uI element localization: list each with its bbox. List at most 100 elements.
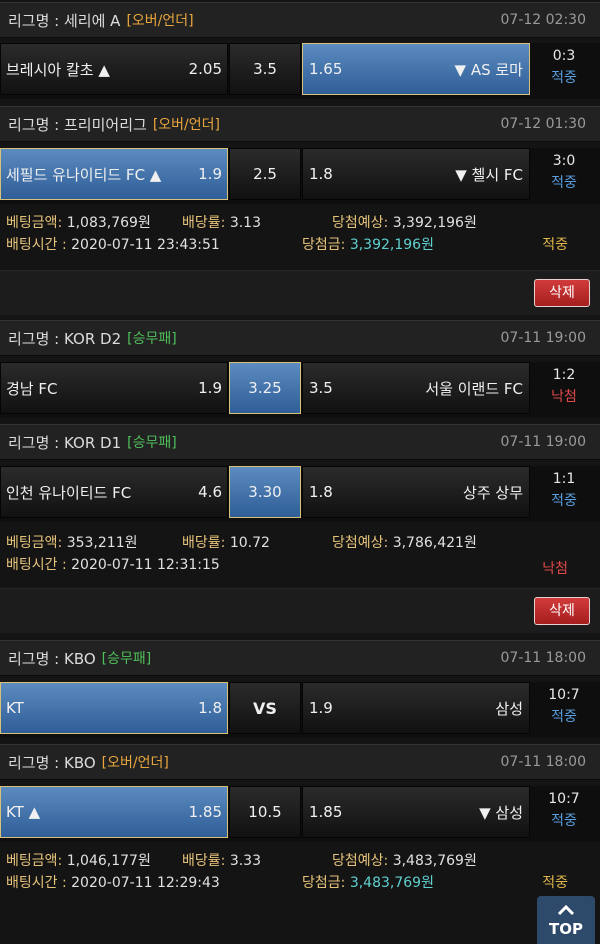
away-odds: 1.8: [309, 165, 333, 183]
slip-status: 적중: [542, 875, 568, 891]
chevron-up-icon: [537, 896, 595, 920]
bet-type-label: [승무패]: [127, 331, 177, 347]
bet-time-label: 배팅시간 :: [6, 875, 72, 891]
delete-bar: 삭제: [0, 588, 600, 633]
home-team: 브레시아 칼초 ▲: [6, 60, 110, 79]
match-result: 1:2 낙첨: [534, 364, 594, 408]
home-bet-button[interactable]: 인천 유나이티드 FC 4.6: [0, 466, 228, 518]
win-amount: 3,392,196원: [349, 237, 434, 253]
home-bet-button[interactable]: 브레시아 칼초 ▲ 2.05: [0, 43, 228, 95]
league-name: 리그명 : 세리에 A: [8, 11, 121, 30]
expected-payout: 3,392,196원: [392, 215, 477, 231]
away-team: ▼ 첼시 FC: [455, 165, 523, 184]
league-header: 리그명 : KOR D1 [승무패] 07-11 19:00: [0, 424, 600, 460]
away-bet-button[interactable]: 1.9 삼성: [302, 682, 530, 734]
score: 10:7: [548, 791, 580, 807]
match-row: 인천 유나이티드 FC 4.6 3.30 1.8 상주 상무 1:1 적중: [0, 466, 600, 522]
home-team: KT: [6, 699, 24, 717]
away-bet-button[interactable]: 1.8 ▼ 첼시 FC: [302, 148, 530, 200]
home-bet-button[interactable]: KT ▲ 1.85: [0, 786, 228, 838]
league-header: 리그명 : KBO [승무패] 07-11 18:00: [0, 640, 600, 676]
draw-bet-button[interactable]: 3.30: [229, 466, 301, 518]
score: 3:0: [552, 153, 576, 169]
bet-type-label: [승무패]: [101, 651, 152, 667]
expected-payout: 3,786,421원: [392, 535, 477, 551]
bet-time-label: 배팅시간 :: [6, 237, 72, 253]
home-odds: 1.85: [188, 803, 222, 821]
result-status: 적중: [551, 493, 577, 509]
home-odds: 1.9: [198, 379, 222, 397]
home-odds: 1.9: [198, 165, 222, 183]
result-status: 적중: [551, 70, 577, 86]
bet-type-label: [오버/언더]: [101, 755, 169, 771]
away-team: 서울 이랜드 FC: [425, 379, 523, 398]
match-result: 0:3 적중: [534, 45, 594, 89]
match-row: 브레시아 칼초 ▲ 2.05 3.5 1.65 ▼ AS 로마 0:3 적중: [0, 43, 600, 99]
bet-time: 2020-07-11 12:29:43: [71, 875, 220, 891]
away-bet-button[interactable]: 1.8 상주 상무: [302, 466, 530, 518]
result-status: 적중: [551, 813, 577, 829]
draw-bet-button[interactable]: 3.25: [229, 362, 301, 414]
home-team: 세필드 유나이티드 FC ▲: [6, 165, 162, 184]
match-row: 경남 FC 1.9 3.25 3.5 서울 이랜드 FC 1:2 낙첨: [0, 362, 600, 418]
bet-type-label: [오버/언더]: [126, 13, 194, 29]
bet-amount: 353,211원: [66, 535, 138, 551]
result-status: 적중: [551, 175, 577, 191]
handicap-button[interactable]: 3.5: [229, 43, 301, 95]
slip-status: 낙첨: [542, 561, 568, 577]
home-team: KT ▲: [6, 803, 41, 821]
match-time: 07-12 01:30: [500, 116, 586, 132]
away-team: ▼ AS 로마: [454, 60, 523, 79]
home-bet-button[interactable]: 경남 FC 1.9: [0, 362, 228, 414]
match-result: 1:1 적중: [534, 468, 594, 512]
expected-payout: 3,483,769원: [392, 853, 477, 869]
match-row: KT 1.8 VS 1.9 삼성 10:7 적중: [0, 682, 600, 738]
bet-time-label: 배팅시간 :: [6, 557, 72, 573]
home-bet-button[interactable]: KT 1.8: [0, 682, 228, 734]
bet-summary: 베팅금액: 1,083,769원 배당률: 3.13 당첨예상: 3,392,1…: [0, 210, 600, 270]
away-team: ▼ 삼성: [479, 803, 523, 822]
home-team: 인천 유나이티드 FC: [6, 483, 132, 502]
home-odds: 1.8: [198, 699, 222, 717]
bet-summary: 베팅금액: 353,211원 배당률: 10.72 당첨예상: 3,786,42…: [0, 530, 600, 590]
league-name: 리그명 : KBO: [8, 753, 96, 772]
league-name: 리그명 : KOR D2: [8, 329, 122, 348]
away-odds: 1.65: [309, 60, 343, 78]
score: 1:1: [552, 471, 576, 487]
league-header: 리그명 : KBO [오버/언더] 07-11 18:00: [0, 744, 600, 780]
away-team: 삼성: [495, 699, 523, 718]
handicap-button[interactable]: 2.5: [229, 148, 301, 200]
result-status: 적중: [551, 709, 577, 725]
league-header: 리그명 : 세리에 A [오버/언더] 07-12 02:30: [0, 2, 600, 38]
handicap-button[interactable]: 10.5: [229, 786, 301, 838]
delete-button[interactable]: 삭제: [534, 597, 590, 625]
top-label: TOP: [549, 920, 583, 938]
slip-status: 적중: [542, 237, 568, 253]
match-time: 07-11 19:00: [500, 330, 586, 346]
bet-amount-label: 베팅금액:: [6, 535, 63, 551]
expected-label: 당첨예상:: [332, 535, 389, 551]
away-odds: 1.85: [309, 803, 343, 821]
away-bet-button[interactable]: 1.65 ▼ AS 로마: [302, 43, 530, 95]
expected-label: 당첨예상:: [332, 215, 389, 231]
scroll-top-button[interactable]: TOP: [537, 896, 595, 944]
vs-label: VS: [229, 682, 301, 734]
bet-summary: 베팅금액: 1,046,177원 배당률: 3.33 당첨예상: 3,483,7…: [0, 848, 600, 908]
away-bet-button[interactable]: 1.85 ▼ 삼성: [302, 786, 530, 838]
bet-time: 2020-07-11 12:31:15: [71, 557, 220, 573]
match-time: 07-11 19:00: [500, 434, 586, 450]
match-result: 10:7 적중: [534, 788, 594, 832]
home-odds: 2.05: [188, 60, 222, 78]
match-time: 07-11 18:00: [500, 650, 586, 666]
league-header: 리그명 : KOR D2 [승무패] 07-11 19:00: [0, 320, 600, 356]
away-odds: 3.5: [309, 379, 333, 397]
bet-amount: 1,083,769원: [66, 215, 151, 231]
league-name: 리그명 : KOR D1: [8, 433, 122, 452]
delete-button[interactable]: 삭제: [534, 279, 590, 307]
away-bet-button[interactable]: 3.5 서울 이랜드 FC: [302, 362, 530, 414]
league-header: 리그명 : 프리미어리그 [오버/언더] 07-12 01:30: [0, 106, 600, 142]
total-odds: 10.72: [229, 535, 270, 551]
match-row: KT ▲ 1.85 10.5 1.85 ▼ 삼성 10:7 적중: [0, 786, 600, 842]
league-name: 리그명 : 프리미어리그: [8, 115, 147, 134]
home-bet-button[interactable]: 세필드 유나이티드 FC ▲ 1.9: [0, 148, 228, 200]
